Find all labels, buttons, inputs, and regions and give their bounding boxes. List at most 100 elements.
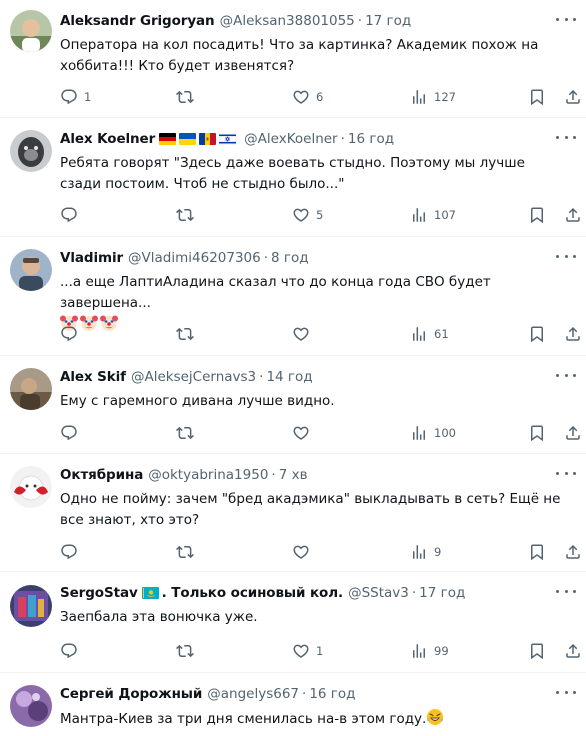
like-button[interactable]: 6 bbox=[292, 88, 323, 106]
separator-dot: · bbox=[411, 585, 417, 601]
ukraine-flag bbox=[179, 133, 197, 145]
share-button[interactable] bbox=[564, 424, 582, 442]
reply-button[interactable] bbox=[60, 424, 84, 442]
timestamp[interactable]: 8 год bbox=[271, 249, 309, 267]
avatar[interactable] bbox=[10, 249, 52, 291]
reply-tweet[interactable]: Сергей Дорожный @angelys667 · 16 год Ман… bbox=[0, 673, 586, 736]
share-button[interactable] bbox=[564, 206, 582, 224]
user-name[interactable]: SergoStav bbox=[60, 584, 138, 602]
user-handle[interactable]: @oktyabrina1950 bbox=[148, 466, 268, 484]
bookmark-button[interactable] bbox=[528, 424, 546, 442]
like-button[interactable] bbox=[292, 325, 316, 343]
reply-tweet[interactable]: Октябрина @oktyabrina1950 · 7 хв Одно не… bbox=[0, 454, 586, 572]
more-options-icon[interactable] bbox=[556, 685, 576, 699]
reply-button[interactable] bbox=[60, 206, 84, 224]
reply-icon bbox=[60, 88, 78, 106]
retweet-button[interactable] bbox=[176, 543, 200, 561]
bookmark-button[interactable] bbox=[528, 325, 546, 343]
user-handle[interactable]: @AlexKoelner bbox=[244, 130, 337, 148]
separator-dot: · bbox=[259, 369, 264, 385]
user-handle[interactable]: @Aleksan38801055 bbox=[220, 12, 355, 30]
user-name[interactable]: Alex Skif bbox=[60, 368, 126, 386]
avatar[interactable] bbox=[10, 585, 52, 627]
user-handle[interactable]: @SStav3 bbox=[348, 584, 409, 602]
retweet-button[interactable] bbox=[176, 325, 200, 343]
user-name[interactable]: Aleksandr Grigoryan bbox=[60, 12, 215, 30]
separator-dot: · bbox=[271, 467, 276, 483]
views-button[interactable]: 9 bbox=[410, 543, 441, 561]
like-button[interactable]: 1 bbox=[292, 642, 323, 660]
retweet-button[interactable] bbox=[176, 206, 200, 224]
user-handle[interactable]: @angelys667 bbox=[207, 685, 299, 703]
avatar[interactable] bbox=[10, 685, 52, 727]
like-button[interactable]: 5 bbox=[292, 206, 323, 224]
tweet-text: Ребята говорят "Здесь даже воевать стыдн… bbox=[60, 155, 525, 192]
avatar[interactable] bbox=[10, 466, 52, 508]
views-button[interactable]: 107 bbox=[410, 206, 456, 224]
bookmark-button[interactable] bbox=[528, 88, 546, 106]
reply-tweet[interactable]: Aleksandr Grigoryan @Aleksan38801055 · 1… bbox=[0, 0, 586, 118]
views-button[interactable]: 61 bbox=[410, 325, 449, 343]
reply-button[interactable] bbox=[60, 325, 84, 343]
avatar[interactable] bbox=[10, 130, 52, 172]
user-name[interactable]: Сергей Дорожный bbox=[60, 685, 202, 703]
timestamp[interactable]: 7 хв bbox=[279, 466, 308, 484]
timestamp[interactable]: 17 год bbox=[419, 584, 465, 602]
timestamp[interactable]: 14 год bbox=[266, 368, 312, 386]
bookmark-button[interactable] bbox=[528, 543, 546, 561]
bookmark-button[interactable] bbox=[528, 642, 546, 660]
share-icon bbox=[564, 325, 582, 343]
more-options-icon[interactable] bbox=[556, 249, 576, 263]
share-icon bbox=[564, 642, 582, 660]
reply-tweet[interactable]: SergoStav . Только осиновый кол. @SStav3… bbox=[0, 572, 586, 673]
retweet-button[interactable] bbox=[176, 642, 200, 660]
bookmark-icon bbox=[528, 424, 546, 442]
retweet-button[interactable] bbox=[176, 424, 200, 442]
reply-button[interactable]: 1 bbox=[60, 88, 91, 106]
timestamp[interactable]: 17 год bbox=[365, 12, 411, 30]
profile-flags bbox=[159, 133, 239, 145]
views-button[interactable]: 100 bbox=[410, 424, 456, 442]
like-count: 5 bbox=[316, 208, 324, 222]
more-options-icon[interactable] bbox=[556, 368, 576, 382]
retweet-button[interactable] bbox=[176, 88, 200, 106]
views-button[interactable]: 127 bbox=[410, 88, 456, 106]
reply-tweet[interactable]: Alex Koelner @AlexKoelner · 16 год Ребят… bbox=[0, 118, 586, 237]
user-handle[interactable]: @AleksejCernavs3 bbox=[131, 368, 256, 386]
bookmark-icon bbox=[528, 325, 546, 343]
views-button[interactable]: 99 bbox=[410, 642, 449, 660]
more-options-icon[interactable] bbox=[556, 584, 576, 598]
more-options-icon[interactable] bbox=[556, 130, 576, 144]
bookmark-button[interactable] bbox=[528, 206, 546, 224]
share-button[interactable] bbox=[564, 88, 582, 106]
share-button[interactable] bbox=[564, 325, 582, 343]
reply-tweet[interactable]: Alex Skif @AleksejCernavs3 · 14 год Ему … bbox=[0, 356, 586, 454]
reply-icon bbox=[60, 206, 78, 224]
tweet-header: Vladimir @Vladimi46207306 · 8 год bbox=[60, 249, 546, 267]
user-handle[interactable]: @Vladimi46207306 bbox=[128, 249, 261, 267]
user-name-suffix[interactable]: . Только осиновый кол. bbox=[162, 584, 343, 602]
user-name[interactable]: Alex Koelner bbox=[60, 130, 155, 148]
action-bar: 9 bbox=[60, 543, 574, 561]
tweet-header: Октябрина @oktyabrina1950 · 7 хв bbox=[60, 466, 546, 484]
user-name[interactable]: Vladimir bbox=[60, 249, 123, 267]
heart-icon bbox=[292, 424, 310, 442]
timestamp[interactable]: 16 год bbox=[309, 685, 355, 703]
more-options-icon[interactable] bbox=[556, 466, 576, 480]
reply-button[interactable] bbox=[60, 642, 84, 660]
timestamp[interactable]: 16 год bbox=[348, 130, 394, 148]
more-options-icon[interactable] bbox=[556, 12, 576, 26]
like-button[interactable] bbox=[292, 543, 316, 561]
view-count: 107 bbox=[434, 208, 456, 222]
share-button[interactable] bbox=[564, 642, 582, 660]
avatar[interactable] bbox=[10, 10, 52, 52]
share-icon bbox=[564, 543, 582, 561]
user-name[interactable]: Октябрина bbox=[60, 466, 143, 484]
reply-tweet[interactable]: Vladimir @Vladimi46207306 · 8 год ...а е… bbox=[0, 237, 586, 356]
israel-flag bbox=[219, 133, 237, 145]
avatar[interactable] bbox=[10, 368, 52, 410]
like-button[interactable] bbox=[292, 424, 316, 442]
share-button[interactable] bbox=[564, 543, 582, 561]
reply-button[interactable] bbox=[60, 543, 84, 561]
reply-icon bbox=[60, 543, 78, 561]
